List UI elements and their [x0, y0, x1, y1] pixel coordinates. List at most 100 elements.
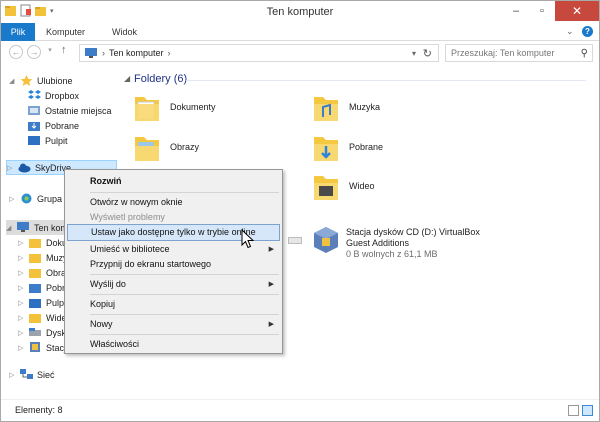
ribbon-right-controls: ⌄ ?	[560, 26, 593, 37]
nav-network[interactable]: ▷ Sieć	[9, 367, 55, 382]
dropbox-icon	[28, 90, 41, 99]
downloads-folder-icon	[29, 284, 41, 293]
expand-arrow-icon[interactable]: ◢	[6, 224, 13, 232]
expand-arrow-icon[interactable]: ▷	[18, 344, 25, 352]
menu-item-send-to[interactable]: Wyślij do ▶	[67, 276, 280, 293]
menu-separator	[90, 334, 279, 335]
title-bar: ▾ Ten komputer – ▫ ✕	[1, 1, 599, 23]
computer-icon	[17, 222, 29, 232]
pictures-folder-icon	[29, 269, 41, 278]
nav-item-desktop-pc[interactable]: ▷ Pulpit	[18, 295, 69, 310]
search-icon[interactable]: ⚲	[581, 46, 588, 62]
nav-item-downloads[interactable]: Pobrane	[28, 118, 79, 133]
maximize-button[interactable]: ▫	[529, 1, 555, 21]
videos-folder-icon	[314, 176, 338, 200]
drive-name: Stacja dysków CD (D:) VirtualBox	[346, 227, 480, 237]
expand-arrow-icon[interactable]: ▷	[18, 239, 25, 247]
nav-item-documents[interactable]: ▷ Doku	[18, 235, 67, 250]
up-button[interactable]: ↑	[61, 44, 67, 56]
drive-free-space: 0 B wolnych z 61,1 MB	[346, 249, 438, 259]
nav-item-pictures[interactable]: ▷ Obraz	[18, 265, 71, 280]
nav-item-downloads-pc[interactable]: ▷ Pobra	[18, 280, 70, 295]
expand-arrow-icon[interactable]: ▷	[18, 254, 25, 262]
documents-folder-icon	[29, 239, 41, 248]
nav-item-music[interactable]: ▷ Muzy	[18, 250, 68, 265]
menu-item-properties[interactable]: Właściwości	[67, 336, 280, 353]
folder-item-videos[interactable]: Wideo	[313, 171, 375, 201]
minimize-button[interactable]: –	[503, 1, 529, 21]
details-view-icon[interactable]	[568, 405, 579, 416]
expand-arrow-icon[interactable]: ▷	[18, 299, 25, 307]
expand-arrow-icon[interactable]: ▷	[18, 314, 25, 322]
folder-item-downloads[interactable]: Pobrane	[313, 132, 383, 162]
desktop-icon	[28, 136, 40, 145]
music-folder-icon	[29, 254, 41, 263]
folder-item-music[interactable]: Muzyka	[313, 92, 380, 122]
star-icon	[20, 75, 33, 86]
recent-places-icon	[28, 106, 40, 115]
context-menu: Rozwiń Otwórz w nowym oknie Wyświetl pro…	[64, 169, 283, 354]
address-dropdown-icon[interactable]: ▾	[412, 49, 416, 58]
menu-item-expand[interactable]: Rozwiń	[67, 173, 280, 190]
nav-favorites[interactable]: ◢ Ulubione	[9, 73, 73, 88]
menu-separator	[90, 192, 279, 193]
address-arrow-icon[interactable]: ›	[102, 48, 105, 58]
item-count: Elementy: 8	[15, 405, 63, 415]
refresh-icon[interactable]: ↻	[423, 47, 432, 60]
recent-locations-icon[interactable]: ▾	[45, 45, 55, 59]
drive-name-line2: Guest Additions	[346, 238, 410, 248]
tab-view[interactable]: Widok	[112, 23, 137, 41]
address-arrow-icon[interactable]: ›	[168, 48, 171, 58]
tab-computer[interactable]: Komputer	[46, 23, 85, 41]
nav-item-desktop[interactable]: Pulpit	[28, 133, 68, 148]
menu-item-copy[interactable]: Kopiuj	[67, 296, 280, 313]
forward-button[interactable]: →	[27, 45, 41, 59]
nav-homegroup[interactable]: ▷ Grupa d	[9, 191, 70, 206]
submenu-arrow-icon: ▶	[268, 321, 274, 328]
group-divider	[186, 80, 586, 81]
folder-item-pictures[interactable]: Obrazy	[134, 132, 199, 162]
skydrive-cloud-icon	[18, 163, 31, 173]
cd-drive-item[interactable]: Stacja dysków CD (D:) VirtualBox Guest A…	[346, 227, 480, 260]
folder-item-documents[interactable]: Dokumenty	[134, 92, 216, 122]
window-controls: – ▫ ✕	[503, 1, 599, 21]
back-button[interactable]: ←	[9, 45, 23, 59]
expand-arrow-icon[interactable]: ▷	[9, 371, 16, 379]
address-bar[interactable]: › Ten komputer › ▾ ↻	[79, 44, 439, 62]
close-button[interactable]: ✕	[555, 1, 599, 21]
help-icon[interactable]: ?	[582, 26, 593, 37]
virtualbox-cd-icon	[30, 342, 40, 352]
folders-group-header[interactable]: Foldery (6)	[134, 73, 187, 85]
homegroup-icon	[21, 193, 32, 204]
tab-file[interactable]: Plik	[1, 23, 35, 41]
documents-folder-icon	[135, 97, 159, 121]
address-path[interactable]: Ten komputer	[109, 48, 164, 58]
menu-item-new[interactable]: Nowy ▶	[67, 316, 280, 333]
explorer-window: ▾ Ten komputer – ▫ ✕ Plik Komputer Widok…	[0, 0, 600, 422]
menu-item-pin-to-start[interactable]: Przypnij do ekranu startowego	[67, 256, 280, 273]
navigation-bar: ← → ▾ ↑ › Ten komputer › ▾ ↻ Przeszukaj:…	[1, 41, 599, 65]
menu-separator	[90, 274, 279, 275]
expand-ribbon-icon[interactable]: ⌄	[566, 26, 574, 36]
expand-arrow-icon[interactable]: ▷	[18, 269, 25, 277]
expand-arrow-icon[interactable]: ◢	[9, 77, 16, 85]
local-disk-icon	[29, 328, 41, 336]
network-icon	[20, 369, 33, 379]
nav-item-local-disk[interactable]: ▷ Dysk l	[18, 325, 71, 340]
view-switcher	[568, 405, 593, 416]
expand-arrow-icon[interactable]: ▷	[9, 195, 16, 203]
menu-separator	[90, 294, 279, 295]
expand-arrow-icon[interactable]: ▷	[18, 329, 25, 337]
menu-separator	[90, 314, 279, 315]
nav-item-dropbox[interactable]: Dropbox	[28, 88, 79, 103]
expand-arrow-icon[interactable]: ▷	[18, 284, 25, 292]
nav-item-recent[interactable]: Ostatnie miejsca	[28, 103, 112, 118]
pictures-folder-icon	[135, 137, 159, 161]
search-input[interactable]: Przeszukaj: Ten komputer ⚲	[445, 44, 593, 62]
virtualbox-cd-drive-icon[interactable]	[313, 226, 339, 254]
mouse-cursor-icon	[241, 229, 254, 249]
expand-arrow-icon[interactable]: ▷	[7, 164, 14, 172]
submenu-arrow-icon: ▶	[268, 281, 274, 288]
large-icons-view-icon[interactable]	[582, 405, 593, 416]
collapse-group-icon[interactable]: ◢	[124, 74, 130, 83]
